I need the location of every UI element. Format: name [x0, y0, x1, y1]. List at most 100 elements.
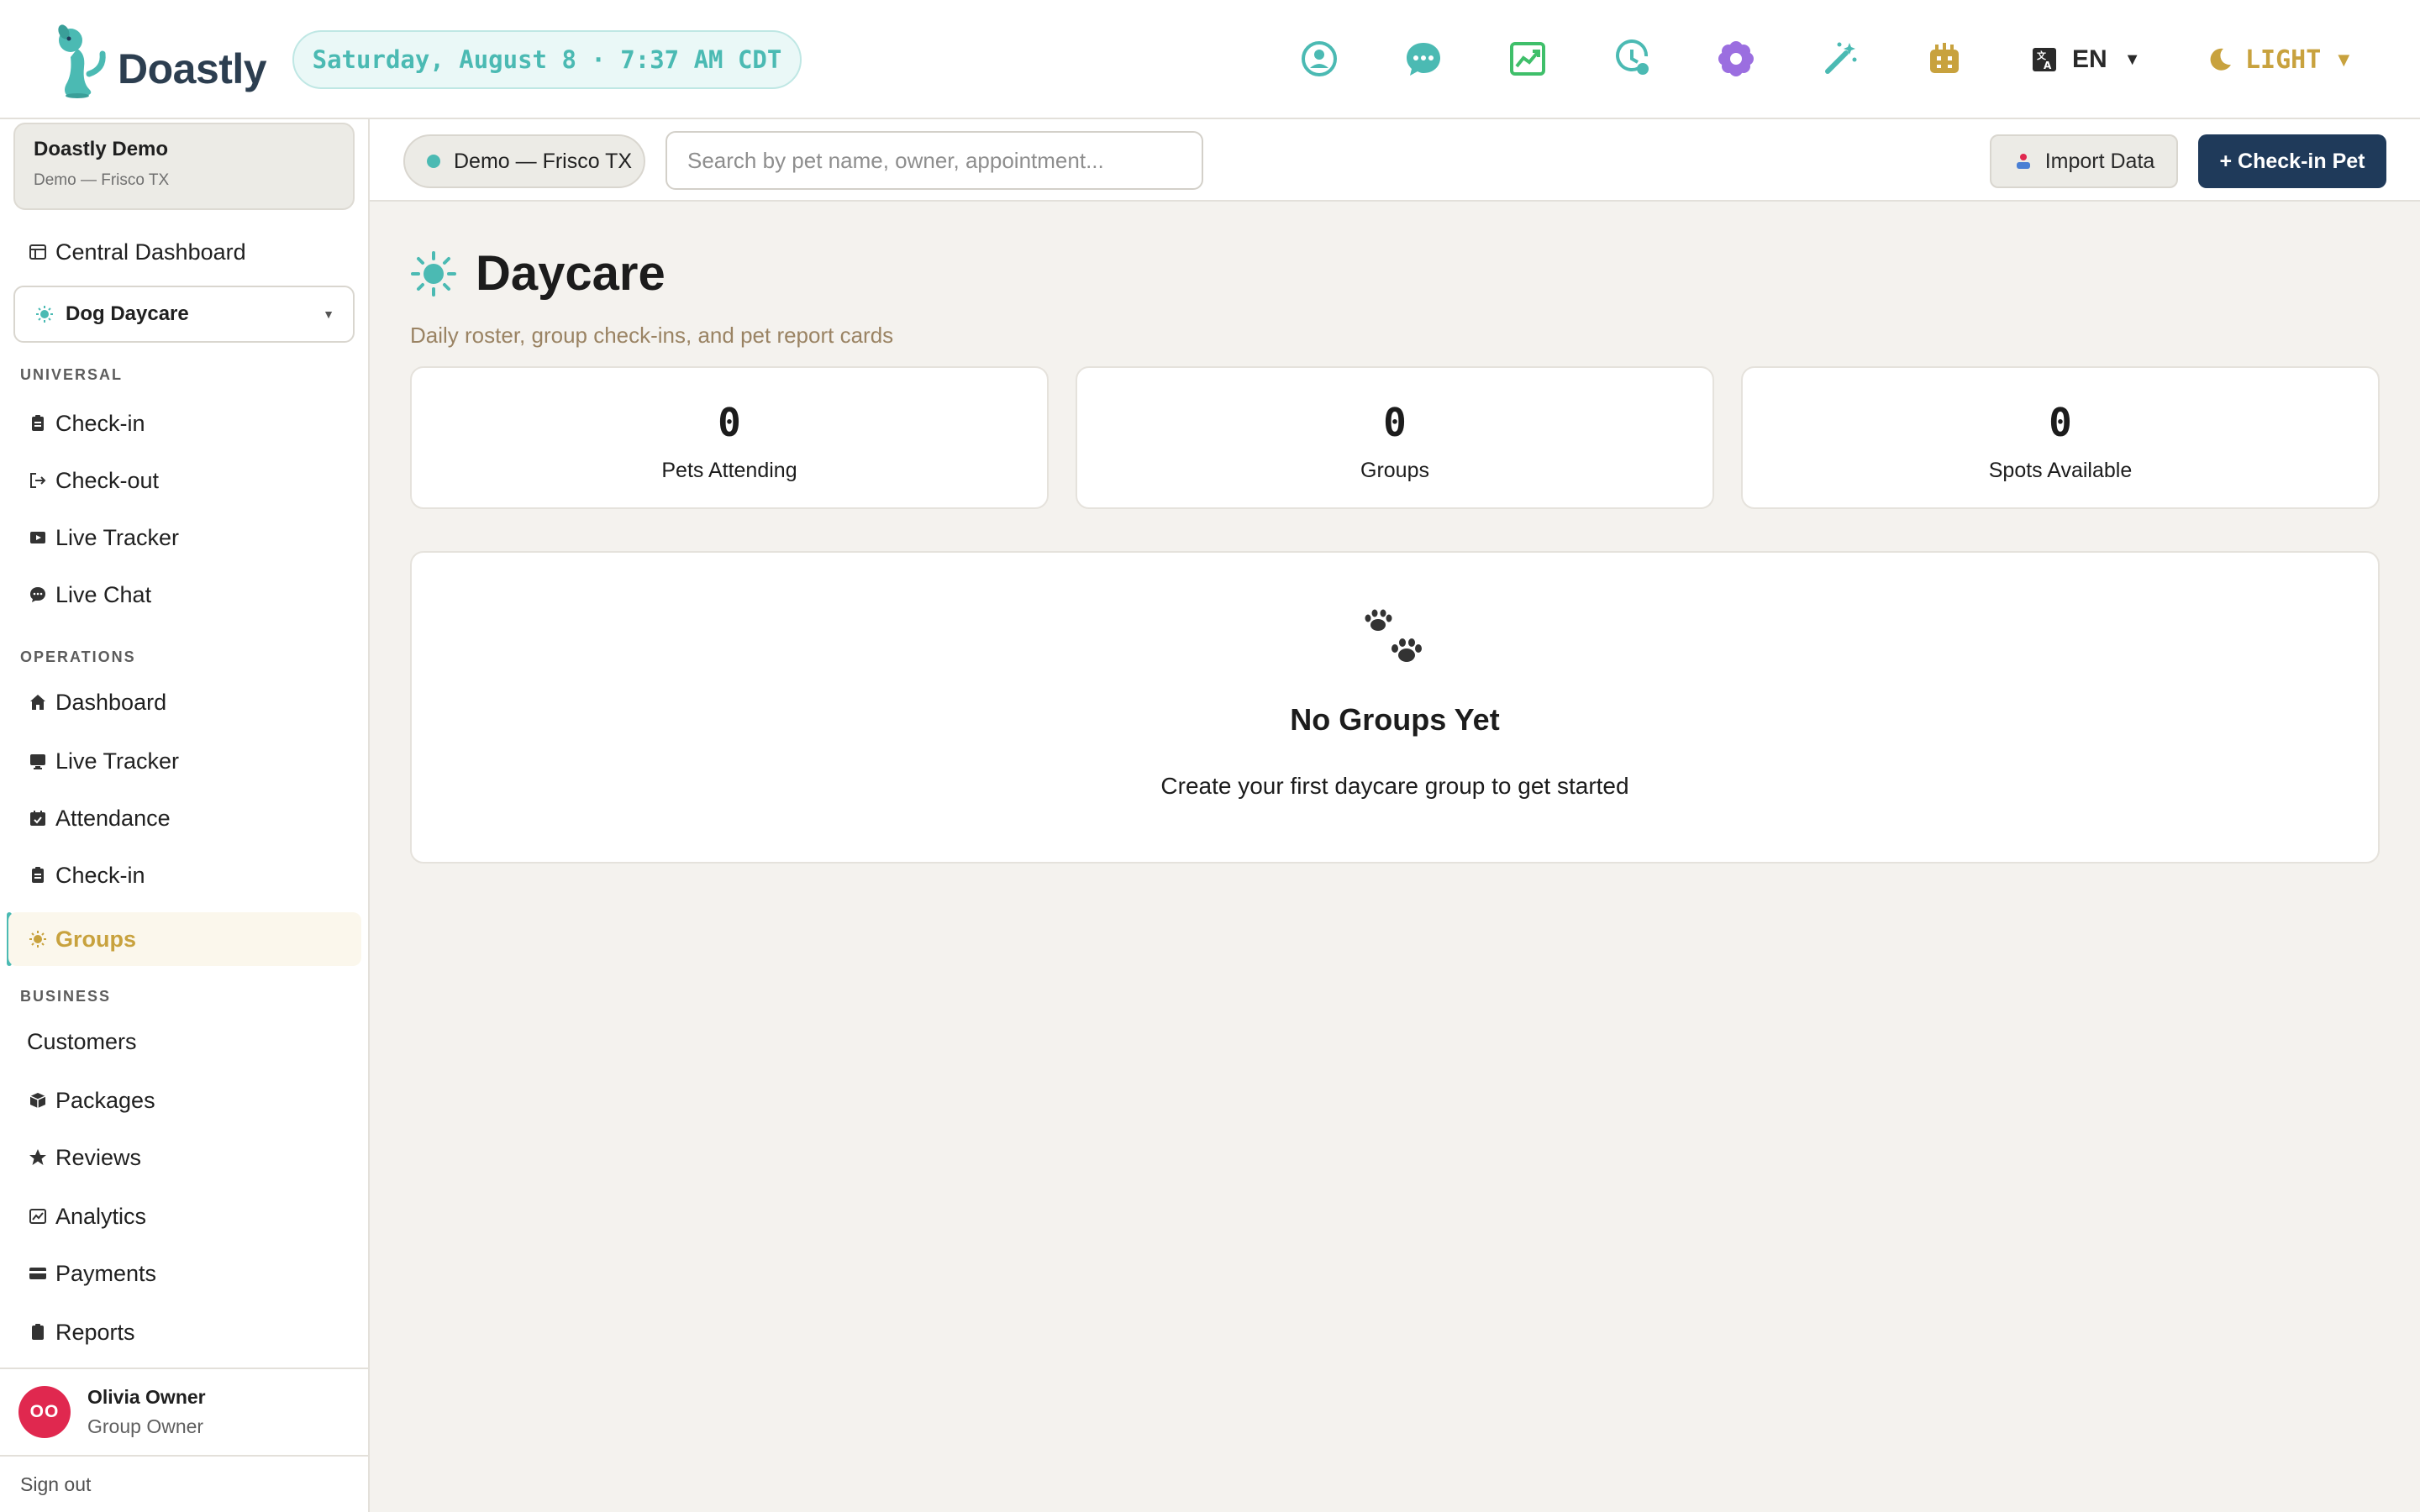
sidebar-item-central-dashboard[interactable]: Central Dashboard — [8, 225, 361, 279]
robot-icon[interactable] — [1921, 35, 1968, 82]
section-label-business: BUSINESS — [20, 988, 112, 1005]
stat-card-pets-attending: 0 Pets Attending — [410, 366, 1049, 509]
sidebar-item-label: Central Dashboard — [55, 239, 246, 265]
import-data-button[interactable]: Import Data — [1990, 134, 2178, 188]
stat-label: Groups — [1360, 459, 1429, 482]
app-logo[interactable]: Doastly — [52, 24, 267, 99]
moon-icon — [2210, 48, 2231, 71]
page-header: Daycare — [410, 245, 666, 302]
star-icon — [29, 1148, 47, 1167]
sidebar-item-label: Check-out — [55, 467, 160, 493]
chat-icon[interactable] — [1400, 35, 1447, 82]
org-switcher[interactable]: Doastly Demo Demo — Frisco TX — [13, 123, 355, 210]
page-subtitle: Daily roster, group check-ins, and pet r… — [410, 323, 894, 348]
sidebar-item-customers[interactable]: Customers — [8, 1015, 361, 1068]
exit-arrow-icon — [29, 471, 47, 490]
status-dot — [427, 155, 440, 168]
sun-icon — [29, 930, 47, 948]
chart-image-icon — [29, 1207, 47, 1226]
sidebar-item-packages[interactable]: Packages — [8, 1074, 361, 1127]
sidebar-item-universal-live-chat[interactable]: Live Chat — [8, 568, 361, 622]
user-profile[interactable]: OO Olivia Owner Group Owner — [0, 1368, 370, 1455]
magic-wand-icon[interactable] — [1817, 35, 1864, 82]
import-person-icon — [2016, 154, 2030, 169]
sidebar-item-payments[interactable]: Payments — [8, 1247, 361, 1300]
sidebar-item-label: Live Tracker — [55, 524, 180, 550]
sidebar-item-groups[interactable]: Groups — [8, 912, 361, 966]
theme-selector[interactable]: LIGHT ▼ — [2207, 37, 2349, 82]
support-icon[interactable] — [1296, 35, 1343, 82]
app-name: Doastly — [118, 45, 267, 92]
location-label: Demo — Frisco TX — [454, 149, 633, 173]
home-icon — [29, 693, 47, 711]
theme-label: LIGHT — [2245, 45, 2322, 75]
org-name: Doastly Demo — [34, 138, 169, 160]
sidebar-item-label: Customers — [27, 1028, 137, 1054]
sidebar-item-label: Check-in — [55, 410, 145, 436]
calendar-check-icon — [29, 809, 47, 827]
avatar: OO — [18, 1386, 71, 1438]
sidebar-item-reports[interactable]: Reports — [8, 1305, 361, 1359]
language-label: EN — [2072, 45, 2107, 73]
chat-bubble-icon — [29, 585, 47, 604]
service-selector[interactable]: Dog Daycare ▼ — [13, 286, 355, 343]
sidebar-item-analytics[interactable]: Analytics — [8, 1189, 361, 1243]
sidebar-item-label: Live Chat — [55, 581, 152, 607]
monitor-icon — [29, 752, 47, 770]
sidebar-item-live-tracker[interactable]: Live Tracker — [8, 734, 361, 788]
check-in-pet-button[interactable]: + Check-in Pet — [2198, 134, 2386, 188]
clipboard-icon — [29, 866, 47, 885]
chevron-down-icon: ▼ — [2123, 50, 2141, 69]
sidebar-item-universal-check-out[interactable]: Check-out — [8, 454, 361, 507]
sun-icon — [411, 250, 456, 297]
sidebar-item-label: Packages — [55, 1087, 155, 1113]
sidebar-item-label: Live Tracker — [55, 748, 180, 774]
stat-label: Spots Available — [1988, 459, 2133, 482]
stat-label: Pets Attending — [661, 459, 797, 482]
user-role: Group Owner — [87, 1415, 204, 1437]
service-selector-value: Dog Daycare — [66, 302, 189, 325]
dashboard-layout-icon — [29, 243, 47, 261]
sidebar-item-attendance[interactable]: Attendance — [8, 791, 361, 845]
language-selector[interactable]: 文A EN ▼ — [2032, 37, 2140, 82]
page-title: Daycare — [476, 246, 666, 301]
sidebar-item-label: Analytics — [55, 1203, 147, 1229]
translate-icon: 文A — [2033, 48, 2056, 71]
sidebar-item-label: Groups — [55, 926, 137, 952]
settings-flower-icon[interactable] — [1712, 35, 1760, 82]
location-badge[interactable]: Demo — Frisco TX — [403, 134, 645, 188]
analytics-chart-icon[interactable] — [1504, 35, 1551, 82]
top-bar: Doastly Saturday, August 8 · 7:37 AM CDT… — [0, 0, 2420, 119]
credit-card-icon — [29, 1264, 47, 1283]
svg-text:A: A — [2044, 60, 2052, 71]
stat-card-groups: 0 Groups — [1076, 366, 1714, 509]
sidebar-item-reviews[interactable]: Reviews — [8, 1131, 361, 1184]
sidebar: Doastly Demo Demo — Frisco TX Central Da… — [0, 119, 370, 1512]
sidebar-item-label: Dashboard — [55, 689, 167, 715]
clipboard-icon — [29, 414, 47, 433]
dog-logo-icon — [58, 24, 106, 98]
sidebar-item-label: Reviews — [55, 1144, 142, 1170]
stat-value: 0 — [2049, 400, 2072, 445]
schedule-clock-icon[interactable] — [1608, 35, 1655, 82]
stat-value: 0 — [718, 400, 741, 445]
empty-state: No Groups Yet Create your first daycare … — [410, 551, 2380, 864]
sidebar-item-universal-live-tracker[interactable]: Live Tracker — [8, 511, 361, 564]
sign-out-label: Sign out — [20, 1473, 92, 1495]
chevron-down-icon: ▼ — [2338, 50, 2350, 69]
sub-header: Demo — Frisco TX Import Data + Check-in … — [370, 119, 2420, 202]
empty-state-title: No Groups Yet — [1290, 702, 1500, 737]
sign-out-link[interactable]: Sign out — [0, 1455, 370, 1512]
package-box-icon — [29, 1091, 47, 1110]
sidebar-item-check-in[interactable]: Check-in — [8, 848, 361, 902]
chevron-down-icon: ▼ — [323, 307, 334, 321]
stat-card-spots-available: 0 Spots Available — [1741, 366, 2380, 509]
section-label-operations: OPERATIONS — [20, 648, 136, 665]
sidebar-item-dashboard[interactable]: Dashboard — [8, 675, 361, 729]
paw-prints-icon — [1365, 609, 1422, 662]
sidebar-item-universal-check-in[interactable]: Check-in — [8, 396, 361, 450]
sidebar-item-label: Check-in — [55, 862, 145, 888]
sidebar-item-label: Reports — [55, 1319, 135, 1345]
search-input[interactable] — [666, 131, 1203, 190]
sun-icon — [36, 306, 53, 323]
